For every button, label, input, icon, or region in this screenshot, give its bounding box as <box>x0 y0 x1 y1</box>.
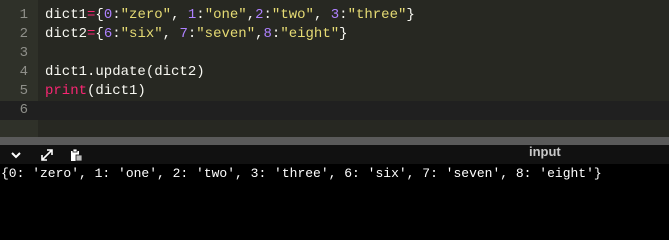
chevron-down-icon[interactable] <box>7 145 25 164</box>
code-token: dict1.update(dict2) <box>45 64 205 80</box>
line-source[interactable]: dict1={0:"zero", 1:"one",2:"two", 3:"thr… <box>45 6 415 25</box>
code-token: 6 <box>103 26 113 42</box>
line-number: 2 <box>19 26 28 42</box>
code-line[interactable]: 6 <box>0 101 669 120</box>
program-output: {0: 'zero', 1: 'one', 2: 'two', 3: 'thre… <box>0 164 669 214</box>
line-source[interactable]: dict1.update(dict2) <box>45 63 205 82</box>
code-token: "one" <box>204 7 247 23</box>
code-token: 7 <box>179 26 188 42</box>
code-token: } <box>406 7 415 23</box>
code-token: dict1 <box>45 7 88 23</box>
code-line[interactable]: 5 print(dict1) <box>0 82 669 101</box>
code-token: 3 <box>330 7 340 23</box>
line-number: 1 <box>19 7 28 23</box>
code-line[interactable]: 3 <box>0 44 669 63</box>
code-token: : <box>112 7 121 23</box>
code-token: "three" <box>347 7 407 23</box>
code-token: 2 <box>255 7 264 23</box>
code-token: : <box>112 26 121 42</box>
line-number: 6 <box>19 102 28 118</box>
line-number: 4 <box>19 64 28 80</box>
code-token: , <box>313 7 331 23</box>
code-token: , <box>246 7 256 23</box>
paste-icon[interactable] <box>67 145 85 164</box>
code-line[interactable]: 4 dict1.update(dict2) <box>0 63 669 82</box>
input-label[interactable]: input <box>529 145 561 161</box>
code-token: "seven" <box>196 26 256 42</box>
code-token: : <box>196 7 205 23</box>
code-token: } <box>339 26 348 42</box>
code-line[interactable]: 2 dict2={6:"six", 7:"seven",8:"eight"} <box>0 25 669 44</box>
code-token: "zero" <box>120 7 172 23</box>
code-token: dict2 <box>45 26 88 42</box>
code-token: "eight" <box>280 26 340 42</box>
pane-splitter[interactable] <box>0 137 669 145</box>
code-line[interactable]: 1 dict1={0:"zero", 1:"one",2:"two", 3:"th… <box>0 6 669 25</box>
code-token: "six" <box>120 26 163 42</box>
code-token: , <box>171 7 188 23</box>
io-toolbar: input <box>0 145 669 164</box>
expand-icon[interactable] <box>38 145 56 164</box>
code-token: (dict1) <box>87 83 146 99</box>
code-token: print <box>45 83 88 99</box>
code-token: , <box>255 26 264 42</box>
code-token: "two" <box>271 7 314 23</box>
code-token: : <box>263 7 272 23</box>
code-token: , <box>162 26 180 42</box>
line-source[interactable]: print(dict1) <box>45 82 146 101</box>
code-token: 8 <box>263 26 272 42</box>
code-token: : <box>339 7 348 23</box>
code-editor[interactable]: 1 dict1={0:"zero", 1:"one",2:"two", 3:"th… <box>0 0 669 137</box>
code-token: { <box>95 26 104 42</box>
line-source[interactable]: dict2={6:"six", 7:"seven",8:"eight"} <box>45 25 348 44</box>
code-token: { <box>95 7 104 23</box>
code-token: 0 <box>103 7 113 23</box>
line-number: 5 <box>19 83 28 99</box>
line-number: 3 <box>19 45 28 61</box>
